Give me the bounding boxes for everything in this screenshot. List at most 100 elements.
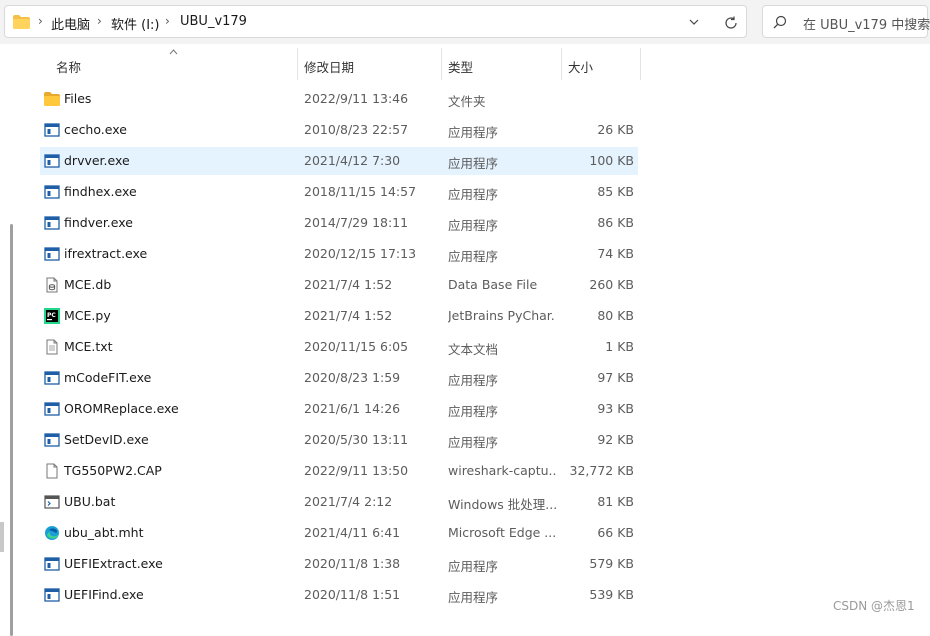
file-size: 32,772 KB bbox=[569, 463, 634, 478]
folder-icon bbox=[13, 15, 30, 29]
column-header-type[interactable]: 类型 bbox=[442, 50, 561, 78]
folder-icon bbox=[44, 92, 60, 106]
file-row[interactable]: OROMReplace.exe 2021/6/1 14:26 应用程序 93 KB bbox=[40, 395, 638, 423]
search-box[interactable]: 在 UBU_v179 中搜索 bbox=[762, 5, 930, 38]
breadcrumb-drive[interactable]: 软件 (I:) bbox=[111, 14, 160, 33]
column-header-size-label: 大小 bbox=[568, 60, 594, 75]
file-row[interactable]: findhex.exe 2018/11/15 14:57 应用程序 85 KB bbox=[40, 178, 638, 206]
file-type: Microsoft Edge ... bbox=[448, 525, 556, 540]
file-name: TG550PW2.CAP bbox=[64, 463, 162, 478]
pycharm-icon: PC bbox=[44, 308, 60, 324]
file-size: 1 KB bbox=[605, 339, 634, 354]
file-size: 539 KB bbox=[589, 587, 634, 602]
file-type: Windows 批处理... bbox=[448, 497, 556, 512]
file-size: 93 KB bbox=[597, 401, 634, 416]
nav-scrollbar[interactable] bbox=[10, 224, 13, 636]
file-row[interactable]: SetDevID.exe 2020/5/30 13:11 应用程序 92 KB bbox=[40, 426, 638, 454]
search-input[interactable]: 在 UBU_v179 中搜索 bbox=[803, 14, 930, 33]
refresh-icon[interactable] bbox=[723, 15, 739, 31]
file-modified-date: 2020/12/15 17:13 bbox=[304, 246, 417, 261]
exe-icon bbox=[44, 185, 60, 199]
file-modified-date: 2018/11/15 14:57 bbox=[304, 184, 417, 199]
column-header-size[interactable]: 大小 bbox=[562, 50, 640, 78]
watermark: CSDN @杰恩1 bbox=[833, 599, 915, 613]
file-size: 81 KB bbox=[597, 494, 634, 509]
file-row[interactable]: ifrextract.exe 2020/12/15 17:13 应用程序 74 KB bbox=[40, 240, 638, 268]
chevron-down-icon[interactable] bbox=[688, 16, 700, 28]
file-row[interactable]: TG550PW2.CAP 2022/9/11 13:50 wireshark-cap… bbox=[40, 457, 638, 485]
blank-file-icon bbox=[46, 463, 58, 479]
svg-text:PC: PC bbox=[47, 312, 56, 319]
file-type: 应用程序 bbox=[448, 559, 499, 574]
db-file-icon bbox=[46, 277, 58, 293]
file-row[interactable]: MCE.db 2021/7/4 1:52 Data Base File 260 KB bbox=[40, 271, 638, 299]
file-modified-date: 2021/6/1 14:26 bbox=[304, 401, 401, 416]
exe-icon bbox=[44, 371, 60, 385]
navigation-pane bbox=[0, 44, 22, 636]
file-size: 100 KB bbox=[589, 153, 634, 168]
file-row[interactable]: PC MCE.py 2021/7/4 1:52 JetBrains PyChar...… bbox=[40, 302, 638, 330]
file-modified-date: 2021/7/4 2:12 bbox=[304, 494, 393, 509]
file-modified-date: 2021/4/11 6:41 bbox=[304, 525, 401, 540]
file-type: Data Base File bbox=[448, 277, 538, 292]
file-modified-date: 2020/5/30 13:11 bbox=[304, 432, 409, 447]
file-row[interactable]: UEFIExtract.exe 2020/11/8 1:38 应用程序 579 KB bbox=[40, 550, 638, 578]
file-name: ubu_abt.mht bbox=[64, 525, 144, 540]
bat-icon bbox=[44, 495, 60, 509]
file-row[interactable]: cecho.exe 2010/8/23 22:57 应用程序 26 KB bbox=[40, 116, 638, 144]
file-name: cecho.exe bbox=[64, 122, 127, 137]
nav-resize-handle[interactable] bbox=[0, 522, 4, 552]
column-divider[interactable] bbox=[640, 48, 641, 80]
file-modified-date: 2020/11/15 6:05 bbox=[304, 339, 409, 354]
chevron-right-icon[interactable]: › bbox=[165, 14, 170, 28]
file-type: 应用程序 bbox=[448, 435, 499, 450]
text-file-icon bbox=[46, 339, 58, 355]
exe-icon bbox=[44, 433, 60, 447]
file-row[interactable]: Files 2022/9/11 13:46 文件夹 bbox=[40, 85, 638, 113]
file-row[interactable]: UEFIFind.exe 2020/11/8 1:51 应用程序 539 KB bbox=[40, 581, 638, 609]
file-type: 应用程序 bbox=[448, 373, 499, 388]
chevron-right-icon[interactable]: › bbox=[97, 14, 102, 28]
file-name: MCE.txt bbox=[64, 339, 113, 354]
file-size: 579 KB bbox=[589, 556, 634, 571]
file-row[interactable]: drvver.exe 2021/4/12 7:30 应用程序 100 KB bbox=[40, 147, 638, 175]
file-size: 97 KB bbox=[597, 370, 634, 385]
file-size: 92 KB bbox=[597, 432, 634, 447]
file-row[interactable]: findver.exe 2014/7/29 18:11 应用程序 86 KB bbox=[40, 209, 638, 237]
file-name: findver.exe bbox=[64, 215, 133, 230]
file-name: UBU.bat bbox=[64, 494, 116, 509]
file-row[interactable]: UBU.bat 2021/7/4 2:12 Windows 批处理... 81 KB bbox=[40, 488, 638, 516]
file-type: 应用程序 bbox=[448, 590, 499, 605]
file-type: 应用程序 bbox=[448, 218, 499, 233]
exe-icon bbox=[44, 123, 60, 137]
column-header-date[interactable]: 修改日期 bbox=[298, 50, 441, 78]
file-name: MCE.db bbox=[64, 277, 112, 292]
chevron-right-icon: › bbox=[38, 14, 43, 28]
file-name: drvver.exe bbox=[64, 153, 130, 168]
file-modified-date: 2010/8/23 22:57 bbox=[304, 122, 409, 137]
breadcrumb-this-pc[interactable]: 此电脑 bbox=[51, 14, 90, 33]
file-name: OROMReplace.exe bbox=[64, 401, 179, 416]
column-header-type-label: 类型 bbox=[448, 60, 474, 75]
file-row[interactable]: MCE.txt 2020/11/15 6:05 文本文档 1 KB bbox=[40, 333, 638, 361]
search-icon bbox=[773, 15, 787, 29]
file-modified-date: 2020/11/8 1:51 bbox=[304, 587, 401, 602]
file-type: 应用程序 bbox=[448, 156, 499, 171]
file-row[interactable]: mCodeFIT.exe 2020/8/23 1:59 应用程序 97 KB bbox=[40, 364, 638, 392]
breadcrumb-current-folder[interactable]: UBU_v179 bbox=[180, 14, 247, 29]
file-type: 应用程序 bbox=[448, 187, 499, 202]
file-type: 应用程序 bbox=[448, 125, 499, 140]
file-modified-date: 2021/7/4 1:52 bbox=[304, 277, 393, 292]
file-size: 26 KB bbox=[597, 122, 634, 137]
address-bar[interactable]: › 此电脑 › 软件 (I:) › UBU_v179 bbox=[4, 5, 747, 38]
file-size: 66 KB bbox=[597, 525, 634, 540]
file-row[interactable]: ubu_abt.mht 2021/4/11 6:41 Microsoft Edge … bbox=[40, 519, 638, 547]
sort-ascending-icon bbox=[169, 49, 178, 55]
file-type: wireshark-captu... bbox=[448, 463, 556, 478]
file-name: UEFIExtract.exe bbox=[64, 556, 163, 571]
file-size: 260 KB bbox=[589, 277, 634, 292]
exe-icon bbox=[44, 588, 60, 602]
file-modified-date: 2021/7/4 1:52 bbox=[304, 308, 393, 323]
edge-icon bbox=[45, 526, 59, 540]
exe-icon bbox=[44, 557, 60, 571]
